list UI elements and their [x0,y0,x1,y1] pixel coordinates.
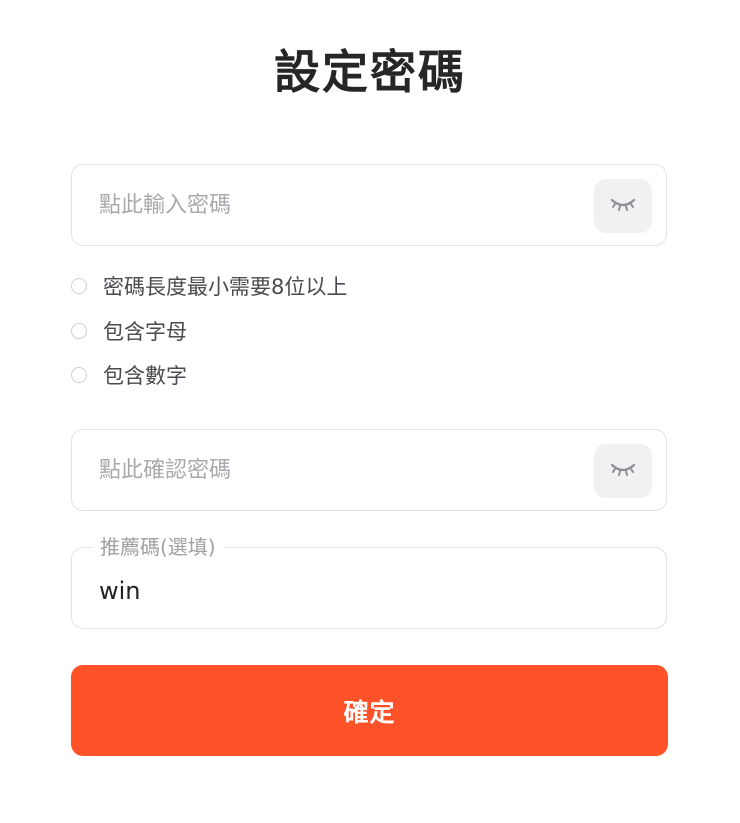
password-field[interactable] [71,164,667,246]
rule-unchecked-circle-icon [71,322,87,339]
eye-closed-icon [609,196,637,216]
password-input[interactable] [99,165,569,245]
rule-number: 包含數字 [71,353,671,398]
password-rules: 密碼長度最小需要8位以上 包含字母 包含數字 [71,264,671,398]
rule-unchecked-circle-icon [71,278,87,295]
rule-letter: 包含字母 [71,309,671,354]
referral-code-input[interactable] [99,556,569,626]
referral-code-field[interactable]: 推薦碼(選填) [71,533,667,629]
rule-length: 密碼長度最小需要8位以上 [71,264,671,309]
confirm-password-field[interactable] [71,429,667,511]
confirm-password-visibility-toggle[interactable] [594,444,652,498]
confirm-button[interactable]: 確定 [71,665,668,756]
rule-text: 密碼長度最小需要8位以上 [103,275,348,300]
rule-text: 包含數字 [103,364,187,389]
page-title: 設定密碼 [274,45,466,99]
rule-unchecked-circle-icon [71,367,87,384]
rule-text: 包含字母 [103,319,187,344]
confirm-password-input[interactable] [99,430,569,510]
eye-closed-icon [609,461,637,481]
password-visibility-toggle[interactable] [594,179,652,233]
